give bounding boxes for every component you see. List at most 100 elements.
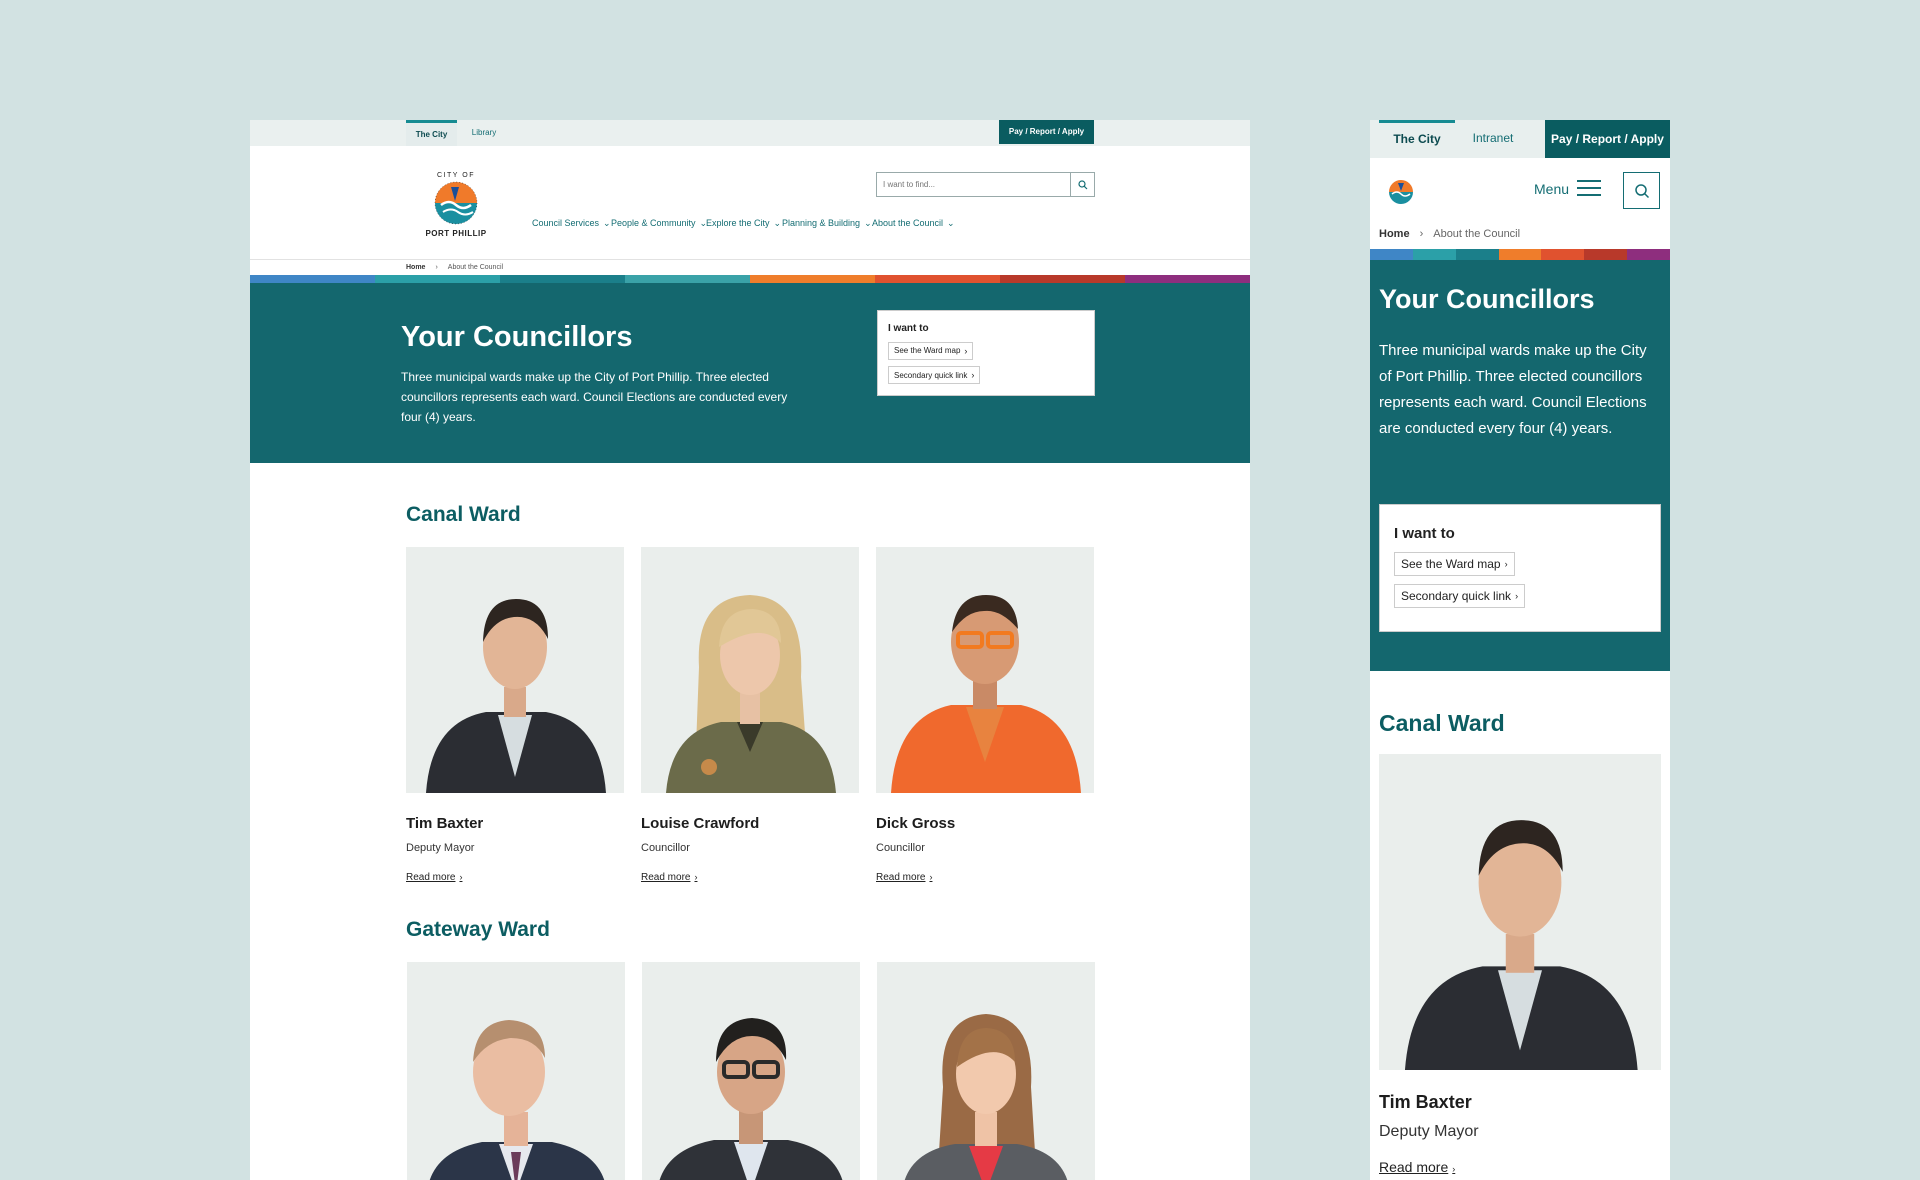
chevron-right-icon: › <box>694 872 698 882</box>
councillor-photo <box>407 962 625 1180</box>
read-more-label: Read more <box>406 872 456 883</box>
decorative-stripe <box>1370 249 1670 260</box>
pay-report-apply-button[interactable]: Pay / Report / Apply <box>1545 120 1670 158</box>
menu-button[interactable]: Menu <box>1534 180 1602 197</box>
page-title: Your Councillors <box>401 321 633 353</box>
nav-label: Council Services <box>532 218 600 228</box>
breadcrumb-home[interactable]: Home <box>1379 228 1410 240</box>
ward-heading-canal: Canal Ward <box>1379 710 1505 736</box>
tab-library[interactable]: Library <box>464 120 504 146</box>
breadcrumb: Home › About the Council <box>406 264 503 271</box>
councillor-role: Councillor <box>641 842 690 854</box>
nav-label: Explore the City <box>706 218 770 228</box>
search-box <box>876 172 1095 197</box>
mobile-view: The City Intranet Pay / Report / Apply M… <box>1370 120 1670 1180</box>
hero-banner: Your Councillors Three municipal wards m… <box>1370 260 1670 671</box>
pay-report-apply-button[interactable]: Pay / Report / Apply <box>999 120 1094 144</box>
councillor-role: Deputy Mayor <box>406 842 475 854</box>
quick-link-ward-map[interactable]: See the Ward map › <box>888 341 974 360</box>
quick-link-label: See the Ward map <box>1401 557 1501 571</box>
quick-link-label: Secondary quick link <box>894 370 968 380</box>
hamburger-icon <box>1577 180 1602 196</box>
search-button[interactable] <box>1623 172 1660 209</box>
chevron-right-icon: › <box>1419 228 1424 240</box>
nav-label: Planning & Building <box>782 218 861 228</box>
ward-heading-canal: Canal Ward <box>406 503 521 526</box>
utility-bar: The City Library Pay / Report / Apply <box>250 120 1250 146</box>
svg-text:CITY OF: CITY OF <box>437 172 475 179</box>
tab-the-city[interactable]: The City <box>1379 120 1455 158</box>
councillor-card: Dick Gross Councillor Read more › <box>876 547 1094 885</box>
hero-description: Three municipal wards make up the City o… <box>401 370 788 424</box>
menu-label: Menu <box>1534 180 1570 197</box>
nav-planning-building[interactable]: Planning & Building ⌄ <box>782 218 872 229</box>
ward-heading-gateway: Gateway Ward <box>406 918 550 941</box>
chevron-right-icon: › <box>435 264 438 271</box>
read-more-link[interactable]: Read more › <box>406 872 462 883</box>
port-phillip-logo[interactable] <box>1381 171 1421 213</box>
quick-link-ward-map[interactable]: See the Ward map › <box>1394 552 1515 576</box>
tab-intranet[interactable]: Intranet <box>1462 120 1524 158</box>
quick-link-secondary[interactable]: Secondary quick link › <box>1394 584 1526 608</box>
nav-explore-the-city[interactable]: Explore the City ⌄ <box>706 218 781 229</box>
chevron-down-icon: ⌄ <box>947 218 955 228</box>
nav-people-community[interactable]: People & Community ⌄ <box>611 218 707 229</box>
i-want-to-heading: I want to <box>888 323 929 334</box>
hero-banner: Your Councillors Three municipal wards m… <box>250 283 1250 463</box>
nav-about-the-council[interactable]: About the Council ⌄ <box>872 218 955 229</box>
councillor-name: Dick Gross <box>876 815 956 832</box>
quick-link-label: See the Ward map <box>894 346 961 355</box>
search-button[interactable] <box>1070 173 1094 196</box>
councillor-photo <box>642 962 860 1180</box>
chevron-down-icon: ⌄ <box>864 218 872 228</box>
i-want-to-panel: I want to See the Ward map › Secondary qu… <box>1379 504 1661 632</box>
tab-the-city[interactable]: The City <box>406 120 457 146</box>
read-more-label: Read more <box>641 872 691 883</box>
chevron-right-icon: › <box>971 370 975 380</box>
chevron-right-icon: › <box>964 345 968 356</box>
councillor-card: Tim Baxter Deputy Mayor Read more › <box>1379 754 1661 1177</box>
chevron-right-icon: › <box>1515 591 1519 601</box>
i-want-to-heading: I want to <box>1394 525 1455 542</box>
read-more-label: Read more <box>876 872 926 883</box>
breadcrumb-home[interactable]: Home <box>406 264 425 271</box>
desktop-view: The City Library Pay / Report / Apply CI… <box>250 120 1250 1180</box>
search-input[interactable] <box>877 173 1070 196</box>
svg-text:PORT PHILLIP: PORT PHILLIP <box>425 229 486 238</box>
i-want-to-panel: I want to See the Ward map › Secondary qu… <box>877 310 1095 396</box>
breadcrumb-current: About the Council <box>1433 228 1521 240</box>
chevron-right-icon: › <box>1504 559 1508 569</box>
chevron-down-icon: ⌄ <box>773 218 782 228</box>
search-icon <box>1077 179 1087 189</box>
chevron-right-icon: › <box>929 872 933 882</box>
chevron-down-icon: ⌄ <box>603 218 611 228</box>
chevron-right-icon: › <box>459 872 463 882</box>
read-more-link[interactable]: Read more › <box>1379 1159 1455 1175</box>
councillor-card: Tim Baxter Deputy Mayor Read more › <box>406 547 624 885</box>
councillor-role: Deputy Mayor <box>1379 1123 1479 1140</box>
councillor-photo <box>1379 754 1661 1070</box>
councillor-card <box>407 962 625 1180</box>
header-divider <box>250 259 1250 260</box>
councillor-name: Louise Crawford <box>641 815 760 832</box>
read-more-link[interactable]: Read more › <box>641 872 697 883</box>
read-more-link[interactable]: Read more › <box>876 872 932 883</box>
councillor-card: Louise Crawford Councillor Read more › <box>641 547 859 885</box>
councillor-name: Tim Baxter <box>1379 1092 1472 1112</box>
utility-bar: The City Intranet Pay / Report / Apply <box>1370 120 1670 158</box>
read-more-label: Read more <box>1379 1159 1449 1175</box>
nav-label: People & Community <box>611 218 696 228</box>
breadcrumb: Home › About the Council <box>1379 228 1520 240</box>
chevron-right-icon: › <box>1452 1164 1456 1174</box>
nav-council-services[interactable]: Council Services ⌄ <box>532 218 611 229</box>
port-phillip-logo[interactable]: CITY OF PORT PHILLIP <box>421 165 491 241</box>
breadcrumb-current: About the Council <box>447 264 504 271</box>
hero-description: Three municipal wards make up the City o… <box>1379 342 1647 437</box>
councillor-card <box>877 962 1095 1180</box>
councillor-card <box>642 962 860 1180</box>
councillor-photo <box>877 962 1095 1180</box>
quick-link-secondary[interactable]: Secondary quick link › <box>888 366 981 384</box>
search-icon <box>1634 183 1649 198</box>
councillor-photo <box>876 547 1094 793</box>
quick-link-label: Secondary quick link <box>1401 589 1512 603</box>
